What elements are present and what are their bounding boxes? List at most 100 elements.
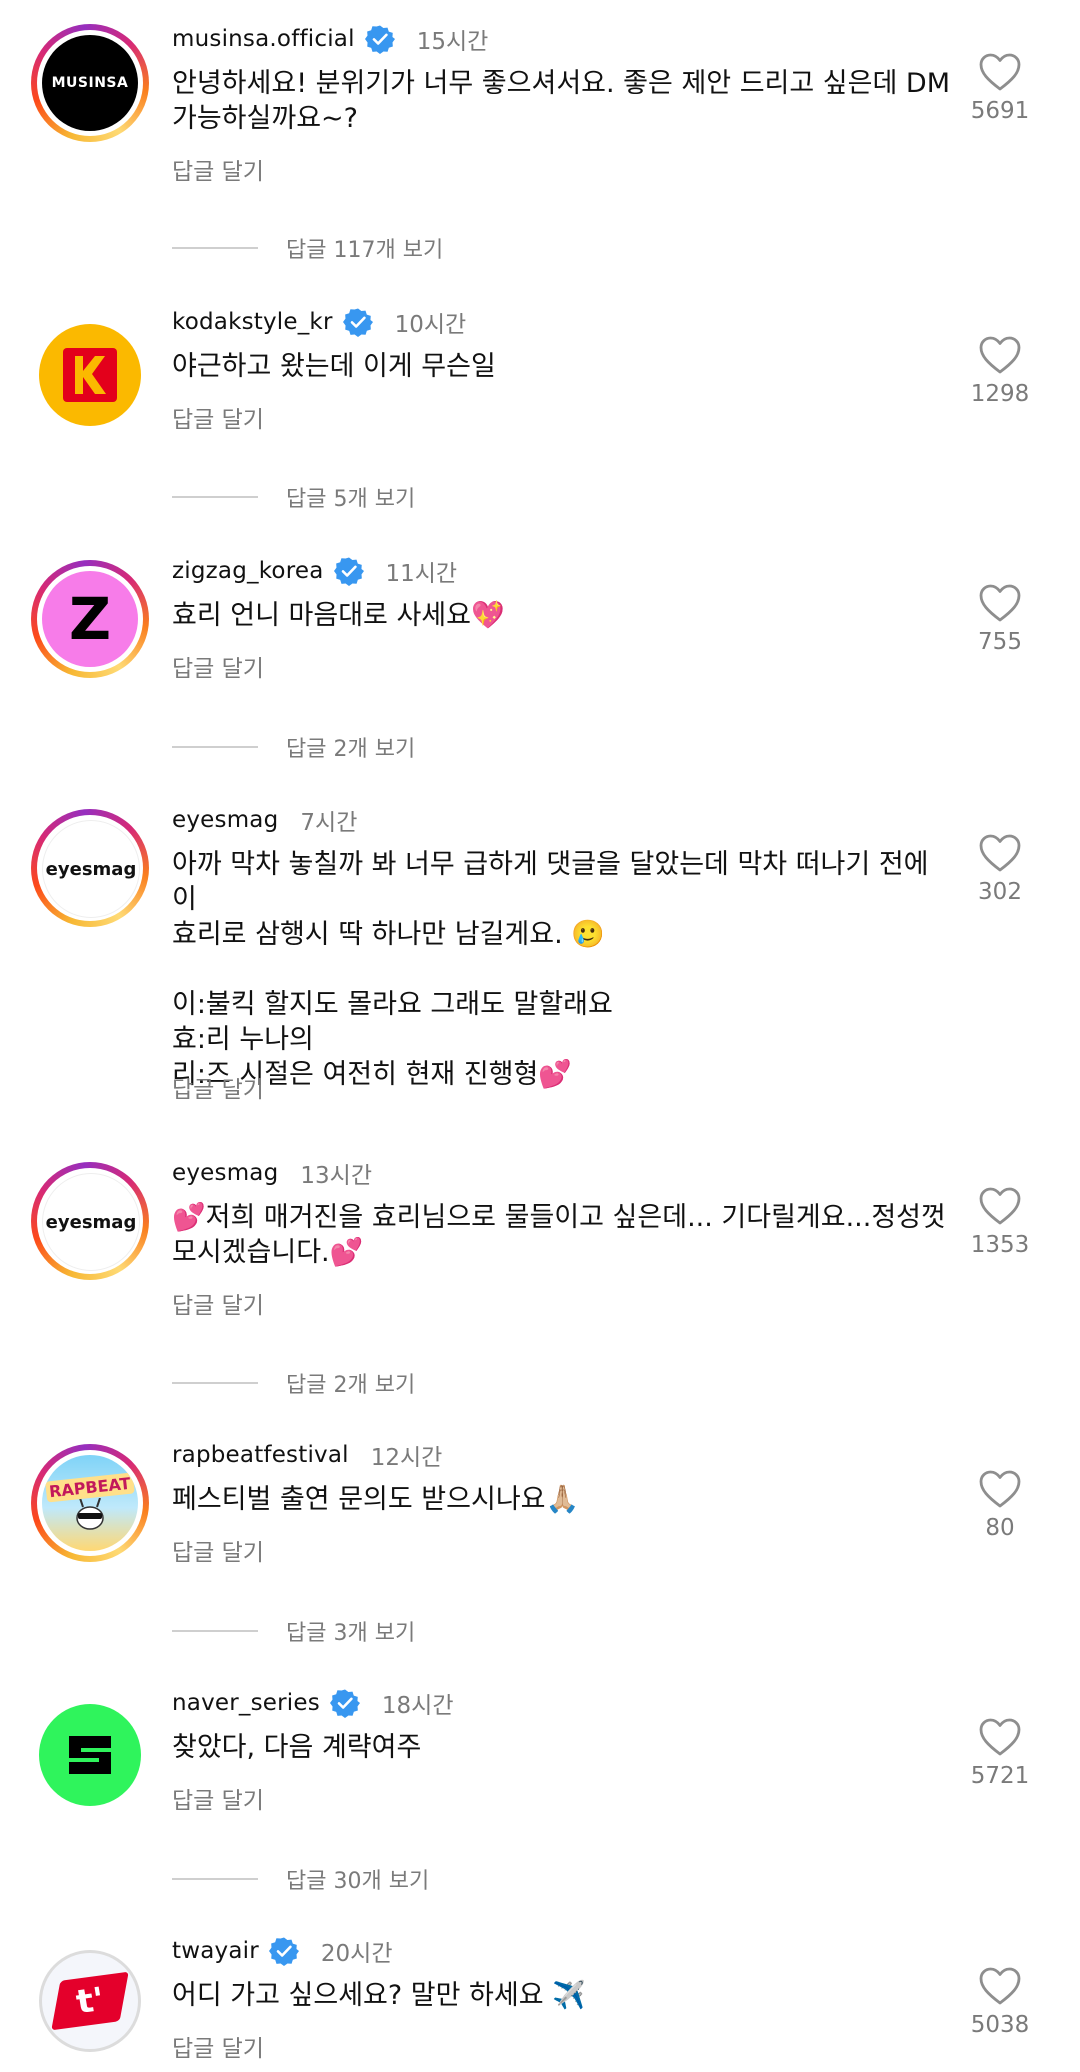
avatar[interactable] xyxy=(39,1704,141,1806)
view-replies-label: 답글 3개 보기 xyxy=(286,1621,416,1646)
verified-badge-icon xyxy=(329,1689,360,1718)
view-replies-label: 답글 2개 보기 xyxy=(286,737,416,762)
username[interactable]: rapbeatfestival xyxy=(172,1442,349,1468)
divider-line xyxy=(172,1382,258,1384)
like-button[interactable]: 755 xyxy=(965,583,1035,655)
view-replies-button[interactable]: 답글 3개 보기 xyxy=(172,1615,415,1647)
reply-button[interactable]: 답글 달기 xyxy=(172,649,264,683)
view-replies-label: 답글 30개 보기 xyxy=(286,1869,430,1894)
divider-line xyxy=(172,1878,258,1880)
avatar[interactable]: eyesmag xyxy=(31,1162,149,1280)
username[interactable]: kodakstyle_kr xyxy=(172,309,333,335)
heart-icon xyxy=(979,584,1021,622)
rabbit-mascot-icon xyxy=(76,1497,104,1530)
reply-button[interactable]: 답글 달기 xyxy=(172,400,264,434)
reply-button[interactable]: 답글 달기 xyxy=(172,1286,264,1320)
timestamp: 20시간 xyxy=(320,1941,393,1967)
reply-button[interactable]: 답글 달기 xyxy=(172,1070,264,1104)
avatar[interactable]: MUSINSA xyxy=(31,24,149,142)
like-count: 302 xyxy=(978,879,1022,905)
heart-icon xyxy=(979,336,1021,374)
view-replies-button[interactable]: 답글 2개 보기 xyxy=(172,731,415,763)
view-replies-label: 답글 2개 보기 xyxy=(286,1373,416,1398)
like-count: 5038 xyxy=(970,2012,1030,2038)
reply-button[interactable]: 답글 달기 xyxy=(172,1781,264,1815)
like-count: 5721 xyxy=(970,1763,1030,1789)
comment-text: 안녕하세요! 분위기가 너무 좋으셔서요. 좋은 제안 드리고 싶은데 DM 가… xyxy=(172,68,950,134)
comment-meta: musinsa.official 15시간 xyxy=(172,22,488,56)
heart-icon xyxy=(979,1470,1021,1508)
comment-text: 어디 가고 싶으세요? 말만 하세요 ✈️ xyxy=(172,1980,586,2011)
reply-button[interactable]: 답글 달기 xyxy=(172,1533,264,1567)
avatar-logo: MUSINSA xyxy=(51,75,129,91)
verified-badge-icon xyxy=(333,557,364,586)
divider-line xyxy=(172,247,258,249)
avatar-logo: Z xyxy=(68,585,112,653)
like-button[interactable]: 302 xyxy=(965,833,1035,905)
timestamp: 12시간 xyxy=(370,1445,443,1471)
like-button[interactable]: 5721 xyxy=(965,1717,1035,1789)
username[interactable]: eyesmag xyxy=(172,1160,278,1186)
heart-icon xyxy=(979,1187,1021,1225)
heart-icon xyxy=(979,53,1021,91)
like-button[interactable]: 5691 xyxy=(965,52,1035,124)
username[interactable]: musinsa.official xyxy=(172,26,355,52)
view-replies-label: 답글 5개 보기 xyxy=(286,487,416,512)
comment-text: 아까 막차 놓칠까 봐 너무 급하게 댓글을 달았는데 막차 떠나기 전에 이 … xyxy=(172,849,929,1090)
comment-text: 💕저희 매거진을 효리님으로 물들이고 싶은데... 기다릴게요...정성껏 모… xyxy=(172,1202,946,1268)
like-button[interactable]: 1353 xyxy=(965,1186,1035,1258)
kodak-logo-icon xyxy=(63,348,117,402)
comment-meta: zigzag_korea 11시간 xyxy=(172,554,457,588)
timestamp: 18시간 xyxy=(381,1693,454,1719)
like-count: 1353 xyxy=(970,1232,1030,1258)
like-button[interactable]: 80 xyxy=(965,1469,1035,1541)
avatar[interactable] xyxy=(39,324,141,426)
divider-line xyxy=(172,746,258,748)
view-replies-button[interactable]: 답글 2개 보기 xyxy=(172,1367,415,1399)
username[interactable]: zigzag_korea xyxy=(172,558,324,584)
like-count: 1298 xyxy=(970,381,1030,407)
heart-icon xyxy=(979,1967,1021,2005)
comment-meta: kodakstyle_kr 10시간 xyxy=(172,305,466,339)
username[interactable]: naver_series xyxy=(172,1690,320,1716)
like-count: 5691 xyxy=(970,98,1030,124)
comment-text: 찾았다, 다음 계략여주 xyxy=(172,1732,422,1763)
comment-meta: twayair 20시간 xyxy=(172,1934,392,1968)
reply-button[interactable]: 답글 달기 xyxy=(172,152,264,186)
comment-meta: rapbeatfestival 12시간 xyxy=(172,1438,442,1472)
view-replies-button[interactable]: 답글 117개 보기 xyxy=(172,232,443,264)
comment-meta: eyesmag 7시간 xyxy=(172,803,357,837)
heart-icon xyxy=(979,834,1021,872)
timestamp: 7시간 xyxy=(300,810,358,836)
verified-badge-icon xyxy=(268,1937,299,1966)
username[interactable]: eyesmag xyxy=(172,807,278,833)
comment-text: 효리 언니 마음대로 사세요💖 xyxy=(172,600,505,631)
like-button[interactable]: 5038 xyxy=(965,1966,1035,2038)
avatar[interactable]: t' xyxy=(39,1950,141,2052)
like-count: 755 xyxy=(978,629,1022,655)
view-replies-button[interactable]: 답글 5개 보기 xyxy=(172,481,415,513)
timestamp: 10시간 xyxy=(394,312,467,338)
divider-line xyxy=(172,496,258,498)
avatar[interactable]: Z xyxy=(31,560,149,678)
comment-meta: naver_series 18시간 xyxy=(172,1686,454,1720)
avatar-logo: eyesmag xyxy=(45,1211,137,1233)
avatar[interactable]: eyesmag xyxy=(31,809,149,927)
verified-badge-icon xyxy=(364,25,395,54)
avatar-logo: eyesmag xyxy=(45,858,137,880)
timestamp: 13시간 xyxy=(300,1163,372,1189)
view-replies-label: 답글 117개 보기 xyxy=(286,238,444,263)
timestamp: 11시간 xyxy=(385,561,458,587)
reply-button[interactable]: 답글 달기 xyxy=(172,2029,264,2063)
avatar[interactable]: RAPBEAT xyxy=(31,1444,149,1562)
comment-meta: eyesmag 13시간 xyxy=(172,1156,372,1190)
heart-icon xyxy=(979,1718,1021,1756)
like-button[interactable]: 1298 xyxy=(965,335,1035,407)
like-count: 80 xyxy=(985,1515,1015,1541)
divider-line xyxy=(172,1630,258,1632)
naver-series-logo-icon xyxy=(69,1736,111,1774)
view-replies-button[interactable]: 답글 30개 보기 xyxy=(172,1863,429,1895)
timestamp: 15시간 xyxy=(416,29,489,55)
username[interactable]: twayair xyxy=(172,1938,259,1964)
comment-text: 야근하고 왔는데 이게 무슨일 xyxy=(172,351,496,382)
